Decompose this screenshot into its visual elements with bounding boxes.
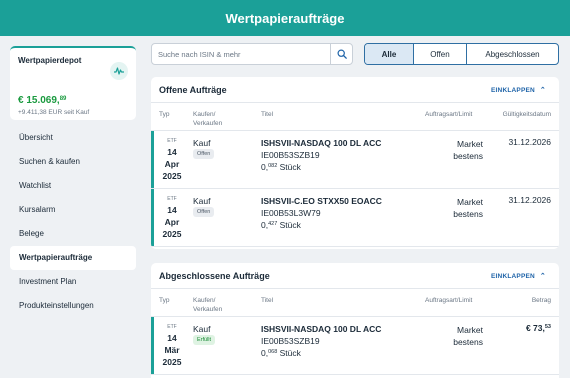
sidebar-item-uebersicht[interactable]: Übersicht <box>10 126 136 150</box>
row-date: ETF 14 Apr 2025 <box>162 196 182 239</box>
done-orders-collapse-button[interactable]: EINKLAPPEN ⌃ <box>491 272 546 280</box>
open-orders-collapse-button[interactable]: EINKLAPPEN ⌃ <box>491 86 546 94</box>
sidebar-item-investment-plan[interactable]: Investment Plan <box>10 270 136 294</box>
row-date: ETF 14 Mär 2025 <box>162 324 182 367</box>
depot-summary-card[interactable]: Wertpapierdepot € 15.069,89 +9.411,38 EU… <box>10 46 136 120</box>
row-valid-until: 31.12.2026 <box>508 137 551 147</box>
row-order-type: Market bestens <box>453 325 483 347</box>
sidebar-item-wertpapierauftraege[interactable]: Wertpapieraufträge <box>10 246 136 270</box>
sidebar-nav: Übersicht Suchen & kaufen Watchlist Kurs… <box>10 126 136 318</box>
filter-all-button[interactable]: Alle <box>365 44 414 64</box>
table-row[interactable]: ETF 14 Apr 2025 Kauf Offen ISHSVII-NASDA… <box>151 131 559 189</box>
col-side: Kaufen/Verkaufen <box>193 297 223 313</box>
search-box <box>151 43 353 65</box>
row-accent <box>151 131 154 188</box>
row-accent <box>151 317 154 374</box>
search-icon <box>336 49 347 59</box>
col-valid-until: Gültigkeitsdatum <box>502 111 551 118</box>
row-title: ISHSVII-NASDAQ 100 DL ACC <box>261 324 382 334</box>
sidebar-item-produkteinstellungen[interactable]: Produkteinstellungen <box>10 294 136 318</box>
status-badge: Offen <box>193 207 215 217</box>
col-side: Kaufen/Verkaufen <box>193 111 223 127</box>
table-row[interactable]: ETF 14 Mär 2025 Kauf Erfüllt ISHSVII-NAS… <box>151 317 559 375</box>
done-orders-column-headers: Typ Kaufen/Verkaufen Titel Auftragsart/L… <box>151 289 559 317</box>
table-row[interactable]: ETF 14 Apr 2025 Kauf Offen ISHSVII-C.EO … <box>151 189 559 247</box>
row-title: ISHSVII-C.EO STXX50 EOACC <box>261 196 382 206</box>
filter-open-button[interactable]: Offen <box>414 44 467 64</box>
sidebar-item-suchen-kaufen[interactable]: Suchen & kaufen <box>10 150 136 174</box>
search-button[interactable] <box>330 44 352 64</box>
filter-done-button[interactable]: Abgeschlossen <box>467 44 558 64</box>
row-isin: IE00B53L3W79 <box>261 208 321 218</box>
sidebar-item-kursalarm[interactable]: Kursalarm <box>10 198 136 222</box>
open-orders-panel: Offene Aufträge EINKLAPPEN ⌃ Typ Kaufen/V… <box>151 77 559 249</box>
status-badge: Erfüllt <box>193 335 216 345</box>
chevron-up-icon: ⌃ <box>539 273 546 280</box>
depot-change: +9.411,38 EUR seit Kauf <box>18 109 90 116</box>
col-title: Titel <box>261 297 274 304</box>
row-accent <box>151 189 154 246</box>
col-type: Typ <box>159 297 170 304</box>
row-isin: IE00B53SZB19 <box>261 150 320 160</box>
col-type: Typ <box>159 111 170 118</box>
row-date: ETF 14 Apr 2025 <box>162 138 182 181</box>
col-order-type: Auftragsart/Limit <box>425 297 473 304</box>
page-title: Wertpapieraufträge <box>225 10 345 26</box>
sidebar-item-belege[interactable]: Belege <box>10 222 136 246</box>
row-side: Kauf <box>193 196 211 206</box>
col-amount: Betrag <box>531 297 551 304</box>
open-orders-header: Offene Aufträge EINKLAPPEN ⌃ <box>151 77 559 103</box>
chevron-up-icon: ⌃ <box>539 87 546 94</box>
row-amount: € 73,53 <box>525 323 551 333</box>
sidebar-item-watchlist[interactable]: Watchlist <box>10 174 136 198</box>
done-orders-panel: Abgeschlossene Aufträge EINKLAPPEN ⌃ Typ … <box>151 263 559 378</box>
row-valid-until: 31.12.2026 <box>508 195 551 205</box>
col-order-type: Auftragsart/Limit <box>425 111 473 118</box>
row-side: Kauf <box>193 138 211 148</box>
row-order-type: Market bestens <box>453 139 483 161</box>
done-orders-title: Abgeschlossene Aufträge <box>159 271 270 281</box>
top-bar: Wertpapieraufträge <box>0 0 570 36</box>
depot-title: Wertpapierdepot <box>18 56 82 65</box>
row-quantity: 0,082 Stück <box>261 162 301 172</box>
row-order-type: Market bestens <box>453 197 483 219</box>
row-isin: IE00B53SZB19 <box>261 336 320 346</box>
depot-value: € 15.069,89 <box>18 95 67 106</box>
order-filter: Alle Offen Abgeschlossen <box>364 43 559 65</box>
col-title: Titel <box>261 111 274 118</box>
open-orders-title: Offene Aufträge <box>159 85 227 95</box>
row-quantity: 0,427 Stück <box>261 220 301 230</box>
done-orders-header: Abgeschlossene Aufträge EINKLAPPEN ⌃ <box>151 263 559 289</box>
open-orders-column-headers: Typ Kaufen/Verkaufen Titel Auftragsart/L… <box>151 103 559 131</box>
row-side: Kauf <box>193 324 211 334</box>
chart-activity-icon <box>110 62 128 80</box>
status-badge: Offen <box>193 149 215 159</box>
search-input[interactable] <box>152 44 328 64</box>
row-title: ISHSVII-NASDAQ 100 DL ACC <box>261 138 382 148</box>
row-quantity: 0,068 Stück <box>261 348 301 358</box>
